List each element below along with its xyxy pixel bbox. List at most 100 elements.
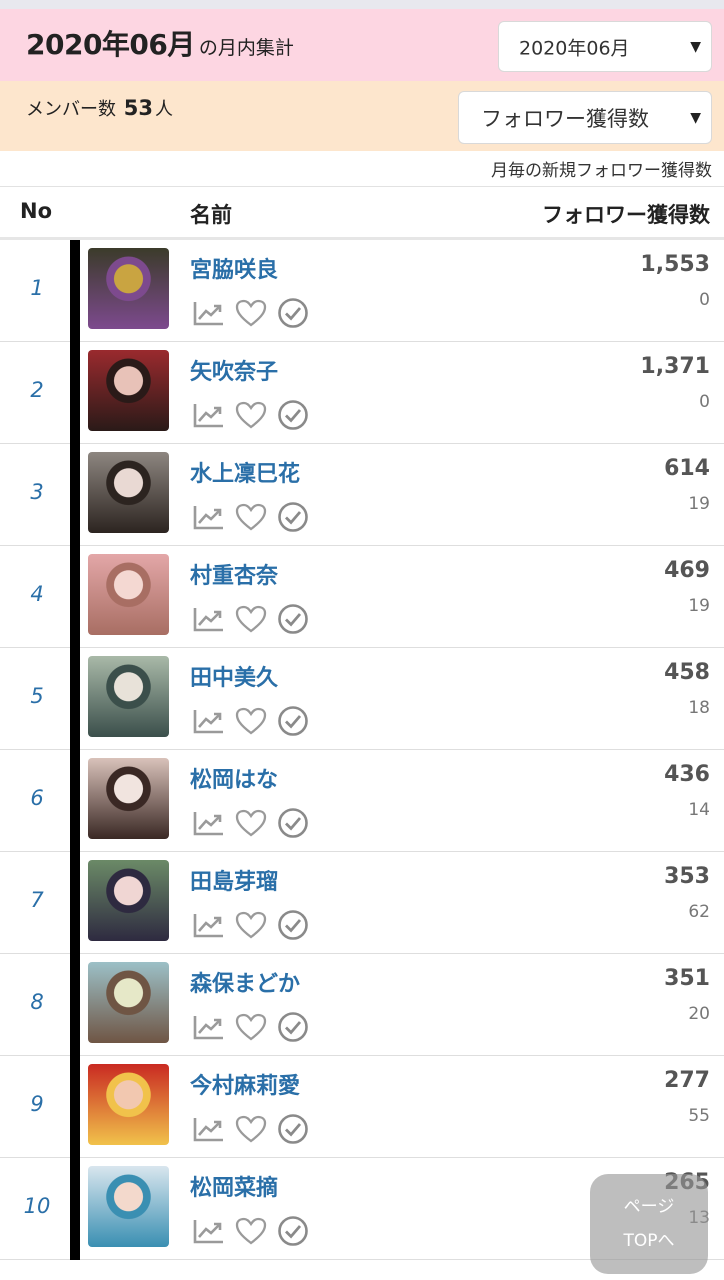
trend-chart-icon[interactable]: [193, 708, 225, 738]
member-count-value: 53: [123, 96, 153, 120]
rank-number: 3: [30, 480, 44, 504]
follower-count: 469: [664, 558, 710, 583]
sort-select[interactable]: フォロワー獲得数 ▼: [458, 91, 712, 144]
check-circle-icon[interactable]: [277, 603, 309, 639]
check-circle-icon[interactable]: [277, 1113, 309, 1149]
rank-bar: [70, 240, 80, 342]
check-circle-icon[interactable]: [277, 297, 309, 333]
member-name-link[interactable]: 森保まどか: [190, 966, 300, 998]
row-actions: [193, 909, 319, 945]
follower-count: 353: [664, 864, 710, 889]
rank-number: 7: [30, 888, 44, 912]
ranking-row: 5 田中美久 458 18: [0, 648, 724, 750]
follower-count: 458: [664, 660, 710, 685]
row-actions: [193, 399, 319, 435]
ranking-row: 2 矢吹奈子 1,371 0: [0, 342, 724, 444]
ranking-row: 6 松岡はな 436 14: [0, 750, 724, 852]
member-name-link[interactable]: 村重杏奈: [190, 558, 278, 590]
rank-number: 4: [30, 582, 44, 606]
follower-count: 351: [664, 966, 710, 991]
avatar[interactable]: [88, 656, 169, 737]
heart-icon[interactable]: [235, 707, 267, 739]
table-header: No 名前 フォロワー獲得数: [0, 187, 724, 240]
avatar[interactable]: [88, 248, 169, 329]
row-actions: [193, 501, 319, 537]
rank-bar: [70, 852, 80, 954]
heart-icon[interactable]: [235, 911, 267, 943]
dropdown-arrow-icon: ▼: [690, 109, 701, 126]
member-name-link[interactable]: 矢吹奈子: [190, 354, 278, 386]
check-circle-icon[interactable]: [277, 705, 309, 741]
trend-chart-icon[interactable]: [193, 1014, 225, 1044]
dropdown-arrow-icon: ▼: [690, 38, 701, 55]
heart-icon[interactable]: [235, 1217, 267, 1249]
heart-icon[interactable]: [235, 503, 267, 535]
rank-bar: [70, 444, 80, 546]
member-name-link[interactable]: 今村麻莉愛: [190, 1068, 300, 1100]
page-top-label-2: TOPへ: [623, 1231, 675, 1251]
avatar[interactable]: [88, 1166, 169, 1247]
avatar[interactable]: [88, 860, 169, 941]
member-name-link[interactable]: 松岡菜摘: [190, 1170, 278, 1202]
avatar[interactable]: [88, 1064, 169, 1145]
header: 2020年06月 の月内集計 2020年06月 ▼: [0, 9, 724, 81]
follower-delta: 19: [688, 596, 710, 616]
month-select-value: 2020年06月: [519, 37, 630, 59]
follower-count: 277: [664, 1068, 710, 1093]
heart-icon[interactable]: [235, 1115, 267, 1147]
trend-chart-icon[interactable]: [193, 1116, 225, 1146]
avatar[interactable]: [88, 452, 169, 533]
trend-chart-icon[interactable]: [193, 1218, 225, 1248]
avatar[interactable]: [88, 350, 169, 431]
check-circle-icon[interactable]: [277, 501, 309, 537]
ranking-row: 8 森保まどか 351 20: [0, 954, 724, 1056]
check-circle-icon[interactable]: [277, 1011, 309, 1047]
trend-chart-icon[interactable]: [193, 912, 225, 942]
heart-icon[interactable]: [235, 809, 267, 841]
heart-icon[interactable]: [235, 401, 267, 433]
rank-bar: [70, 954, 80, 1056]
member-name-link[interactable]: 宮脇咲良: [190, 252, 278, 284]
check-circle-icon[interactable]: [277, 909, 309, 945]
heart-icon[interactable]: [235, 1013, 267, 1045]
avatar[interactable]: [88, 962, 169, 1043]
trend-chart-icon[interactable]: [193, 810, 225, 840]
ranking-row: 1 宮脇咲良 1,553 0: [0, 240, 724, 342]
top-strip: [0, 0, 724, 9]
trend-chart-icon[interactable]: [193, 300, 225, 330]
rank-number: 5: [30, 684, 44, 708]
rank-number: 6: [30, 786, 44, 810]
follower-delta: 18: [688, 698, 710, 718]
follower-delta: 20: [688, 1004, 710, 1024]
trend-chart-icon[interactable]: [193, 402, 225, 432]
rank-number: 9: [30, 1092, 44, 1116]
member-name-link[interactable]: 松岡はな: [190, 762, 278, 794]
trend-chart-icon[interactable]: [193, 504, 225, 534]
heart-icon[interactable]: [235, 605, 267, 637]
follower-delta: 0: [699, 392, 710, 412]
rank-bar: [70, 546, 80, 648]
check-circle-icon[interactable]: [277, 807, 309, 843]
member-name-link[interactable]: 田島芽瑠: [190, 864, 278, 896]
month-select[interactable]: 2020年06月 ▼: [498, 21, 712, 72]
table-note: 月毎の新規フォロワー獲得数: [491, 161, 712, 181]
ranking-row: 9 今村麻莉愛 277 55: [0, 1056, 724, 1158]
avatar[interactable]: [88, 554, 169, 635]
column-header-no: No: [20, 199, 53, 223]
check-circle-icon[interactable]: [277, 1215, 309, 1251]
follower-count: 614: [664, 456, 710, 481]
avatar[interactable]: [88, 758, 169, 839]
row-actions: [193, 1113, 319, 1149]
row-actions: [193, 807, 319, 843]
member-count-unit: 人: [154, 99, 173, 120]
check-circle-icon[interactable]: [277, 399, 309, 435]
page-top-button[interactable]: ページ TOPへ: [590, 1174, 708, 1274]
row-actions: [193, 297, 319, 333]
trend-chart-icon[interactable]: [193, 606, 225, 636]
member-name-link[interactable]: 田中美久: [190, 660, 278, 692]
follower-count: 1,371: [640, 354, 710, 379]
member-name-link[interactable]: 水上凜巳花: [190, 456, 300, 488]
rank-number: 10: [23, 1194, 51, 1218]
rank-bar: [70, 648, 80, 750]
heart-icon[interactable]: [235, 299, 267, 331]
